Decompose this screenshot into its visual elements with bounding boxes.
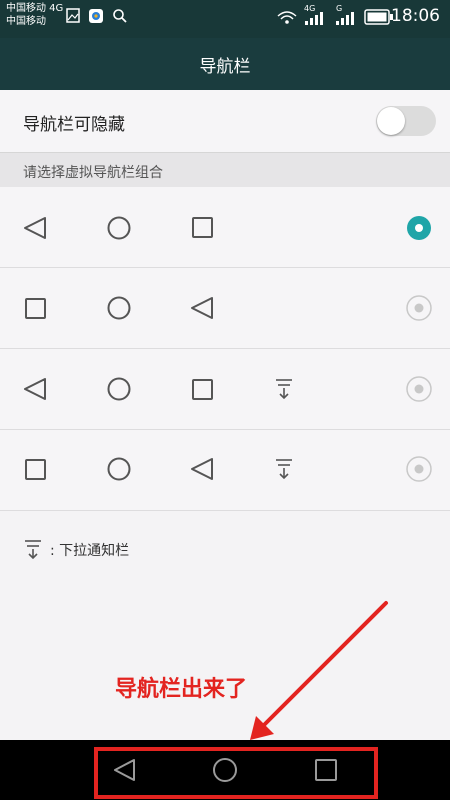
nav-home-button[interactable] bbox=[213, 758, 237, 782]
annotation-text: 导航栏出来了 bbox=[115, 677, 248, 702]
nav-back-button[interactable] bbox=[114, 759, 135, 781]
nav-recent-button[interactable] bbox=[315, 759, 337, 781]
navigation-bar bbox=[0, 740, 450, 800]
